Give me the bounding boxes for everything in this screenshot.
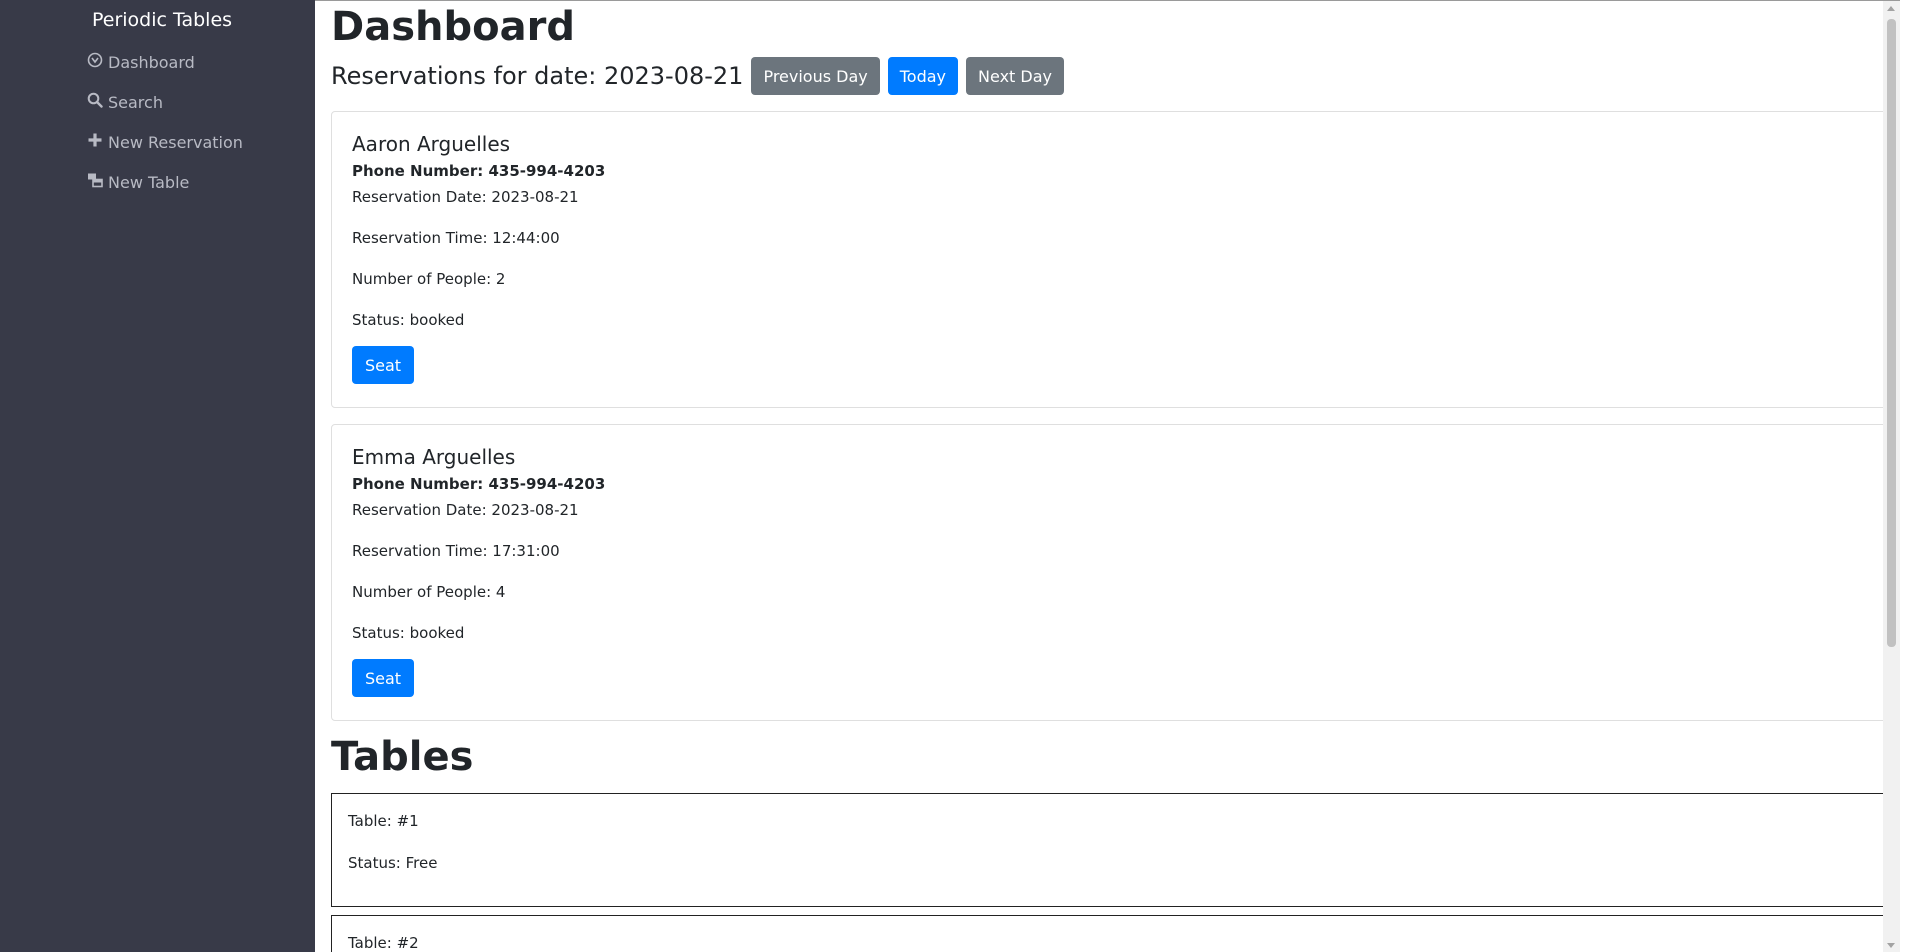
app-root: Periodic Tables Dashboard Search New Res…: [0, 0, 1915, 952]
brand-link[interactable]: Periodic Tables: [92, 9, 232, 31]
date-navigation: Reservations for date: 2023-08-21 Previo…: [331, 57, 1064, 95]
next-day-button[interactable]: Next Day: [966, 57, 1064, 95]
reservation-people: Number of People: 4: [352, 583, 506, 601]
reservation-name: Emma Arguelles: [352, 445, 516, 469]
reservation-name: Aaron Arguelles: [352, 132, 511, 156]
sidebar-item-search[interactable]: Search: [87, 92, 163, 112]
table-card: Table: #2: [331, 915, 1888, 952]
tables-heading: Tables: [331, 734, 474, 780]
table-card: Table: #1 Status: Free: [331, 793, 1888, 907]
sidebar-item-new-table[interactable]: New Table: [87, 172, 189, 192]
reservation-card: Aaron Arguelles Phone Number: 435-994-42…: [331, 111, 1888, 408]
previous-day-button[interactable]: Previous Day: [751, 57, 880, 95]
reservation-time: Reservation Time: 17:31:00: [352, 542, 560, 560]
sidebar-item-label: Search: [108, 92, 163, 112]
reservation-people: Number of People: 2: [352, 270, 506, 288]
seat-button[interactable]: Seat: [352, 346, 415, 384]
vertical-scrollbar[interactable]: [1883, 1, 1900, 952]
reservation-card: Emma Arguelles Phone Number: 435-994-420…: [331, 424, 1888, 721]
scroll-down-arrow-icon[interactable]: [1887, 943, 1895, 948]
search-icon: [87, 92, 103, 112]
reservation-phone: Phone Number: 435-994-4203: [352, 162, 606, 180]
scroll-up-arrow-icon[interactable]: [1887, 6, 1895, 11]
reservation-status: Status: booked: [352, 624, 465, 642]
sidebar: Periodic Tables Dashboard Search New Res…: [0, 0, 315, 952]
sidebar-item-new-reservation[interactable]: New Reservation: [87, 132, 243, 152]
sidebar-item-label: Dashboard: [108, 52, 195, 72]
table-number: Table: #2: [348, 934, 419, 952]
plus-icon: [87, 132, 103, 152]
scrollbar-thumb[interactable]: [1887, 19, 1896, 647]
reservation-date: Reservation Date: 2023-08-21: [352, 188, 579, 206]
seat-button[interactable]: Seat: [352, 659, 415, 697]
sidebar-item-label: New Reservation: [108, 132, 243, 152]
table-status: Status: Free: [348, 854, 438, 872]
sidebar-item-dashboard[interactable]: Dashboard: [87, 52, 195, 72]
table-number: Table: #1: [348, 812, 419, 830]
page-title: Dashboard: [331, 4, 575, 50]
reservations-date-heading: Reservations for date: 2023-08-21: [331, 62, 744, 90]
reservation-status: Status: booked: [352, 311, 465, 329]
table-icon: [87, 172, 103, 192]
main-content: Dashboard Reservations for date: 2023-08…: [315, 0, 1900, 952]
reservation-time: Reservation Time: 12:44:00: [352, 229, 560, 247]
reservation-date: Reservation Date: 2023-08-21: [352, 501, 579, 519]
reservation-phone: Phone Number: 435-994-4203: [352, 475, 606, 493]
dashboard-icon: [87, 52, 103, 72]
today-button[interactable]: Today: [887, 57, 959, 95]
sidebar-item-label: New Table: [108, 172, 190, 192]
